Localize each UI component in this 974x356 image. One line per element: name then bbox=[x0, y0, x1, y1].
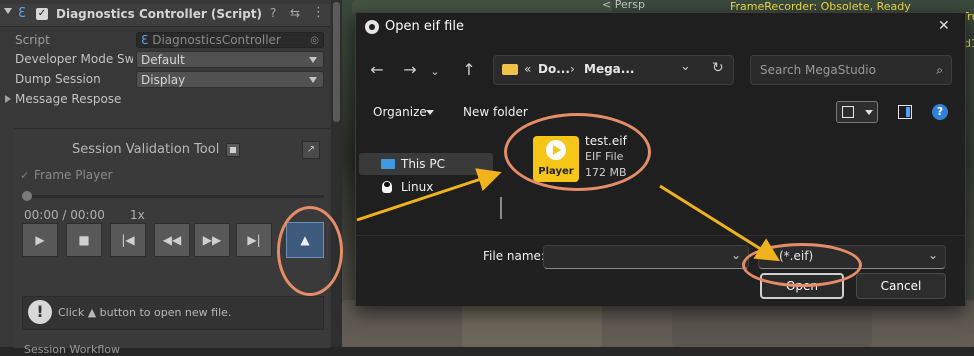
annotation-arrows bbox=[356, 168, 781, 262]
arrow-to-open-button bbox=[659, 184, 781, 262]
arrow-to-file bbox=[356, 168, 502, 222]
